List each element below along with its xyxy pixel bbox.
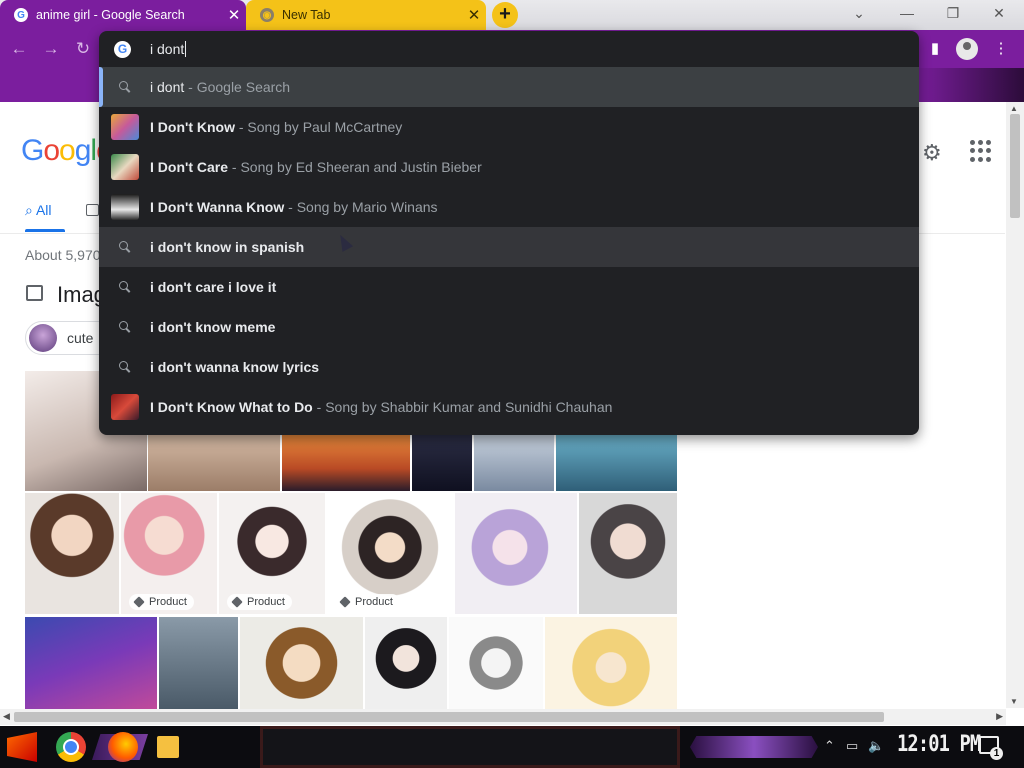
google-g-icon: G: [114, 41, 131, 58]
image-result[interactable]: [545, 617, 677, 709]
scroll-down-icon[interactable]: ▼: [1010, 697, 1018, 706]
suggestion-item[interactable]: i don't know meme: [99, 307, 919, 347]
restore-button[interactable]: ❐: [930, 0, 976, 28]
google-apps-icon[interactable]: [970, 140, 992, 162]
start-button[interactable]: [7, 732, 37, 762]
product-badge: Product: [129, 594, 194, 610]
suggestion-item[interactable]: I Don't Wanna Know - Song by Mario Winan…: [99, 187, 919, 227]
side-panel-icon[interactable]: ▮: [922, 36, 948, 62]
scroll-right-icon[interactable]: ▶: [996, 711, 1003, 722]
search-icon: ⌕: [25, 202, 33, 218]
tag-icon: [231, 596, 243, 608]
omnibox-dropdown: G i dont i dont - Google Search I Don't …: [99, 31, 919, 435]
image-result[interactable]: [474, 435, 554, 491]
image-result[interactable]: [412, 435, 472, 491]
tab-all[interactable]: ⌕ All: [25, 202, 52, 219]
image-result[interactable]: [148, 435, 280, 491]
image-result[interactable]: [282, 435, 410, 491]
back-button[interactable]: ←: [8, 38, 30, 60]
image-result[interactable]: [159, 617, 238, 709]
volume-icon[interactable]: 🔈: [868, 738, 884, 754]
show-hidden-icons-icon[interactable]: ⌃: [824, 738, 835, 754]
horizontal-scrollbar[interactable]: ◀ ▶: [0, 709, 1006, 725]
file-explorer-icon[interactable]: [157, 736, 179, 758]
suggestion-item[interactable]: i don't know in spanish: [99, 227, 919, 267]
tab-anime-girl-search[interactable]: G anime girl - Google Search ✕: [0, 0, 246, 30]
taskbar: ⌃ ▭ 🔈 12:01 PM 1: [0, 726, 1024, 768]
image-result[interactable]: [25, 617, 157, 709]
taskbar-decoration: [260, 726, 680, 768]
chrome-taskbar-icon[interactable]: [56, 732, 86, 762]
tab-search-dropdown-icon[interactable]: ⌄: [836, 0, 882, 28]
chrome-icon: ◉: [260, 8, 274, 22]
suggestion-item[interactable]: i dont - Google Search: [99, 67, 919, 107]
result-stats: About 5,970: [25, 247, 101, 263]
profile-avatar[interactable]: [956, 38, 978, 60]
scrollbar-thumb[interactable]: [1010, 114, 1020, 218]
close-tab-icon[interactable]: ✕: [222, 6, 246, 24]
suggestion-item[interactable]: I Don't Care - Song by Ed Sheeran and Ju…: [99, 147, 919, 187]
image-result[interactable]: [449, 617, 543, 709]
image-result[interactable]: [365, 617, 447, 709]
new-tab-button[interactable]: +: [492, 2, 518, 28]
scroll-left-icon[interactable]: ◀: [3, 711, 10, 722]
image-icon: [26, 285, 43, 301]
search-icon: [118, 321, 131, 333]
image-result[interactable]: [579, 493, 677, 614]
image-result[interactable]: [240, 617, 363, 709]
taskbar-decoration: [690, 736, 818, 758]
vertical-scrollbar[interactable]: ▲ ▼: [1006, 102, 1024, 708]
address-bar[interactable]: G i dont: [99, 31, 919, 68]
active-tab-underline: [25, 229, 65, 232]
chip-thumbnail: [29, 324, 57, 352]
album-art-thumbnail: [110, 154, 139, 180]
google-g-icon: G: [14, 8, 28, 22]
system-clock[interactable]: 12:01 PM: [897, 732, 981, 757]
image-result[interactable]: [556, 435, 677, 491]
tab-title: New Tab: [282, 8, 331, 22]
image-result[interactable]: [25, 493, 119, 614]
chip-label: cute: [67, 330, 94, 346]
reload-button[interactable]: ↻: [72, 38, 94, 60]
images-tab-icon[interactable]: [86, 204, 99, 216]
search-icon: [118, 81, 131, 93]
minimize-button[interactable]: —: [884, 0, 930, 28]
album-art-thumbnail: [110, 194, 139, 220]
network-icon[interactable]: ▭: [846, 738, 858, 754]
tab-strip: G anime girl - Google Search ✕ ◉ New Tab…: [0, 0, 1024, 30]
tab-all-label: All: [35, 202, 52, 218]
suggestion-item[interactable]: i don't care i love it: [99, 267, 919, 307]
suggestion-item[interactable]: I Don't Know What to Do - Song by Shabbi…: [99, 387, 919, 427]
image-result[interactable]: Product: [219, 493, 325, 614]
tag-icon: [339, 596, 351, 608]
search-icon: [118, 281, 131, 293]
suggestion-item[interactable]: i don't wanna know lyrics: [99, 347, 919, 387]
scroll-up-icon[interactable]: ▲: [1010, 104, 1018, 113]
forward-button[interactable]: →: [40, 38, 62, 60]
product-badge: Product: [227, 594, 292, 610]
close-window-button[interactable]: ✕: [976, 0, 1022, 28]
address-input[interactable]: i dont: [150, 41, 186, 57]
album-art-thumbnail: [110, 114, 139, 140]
close-tab-icon[interactable]: ✕: [462, 6, 486, 24]
tag-icon: [133, 596, 145, 608]
album-art-thumbnail: [110, 394, 139, 420]
product-badge: Product: [335, 594, 400, 610]
browser-menu-button[interactable]: ⋮: [988, 36, 1014, 62]
notification-count: 1: [990, 747, 1003, 760]
tab-new-tab[interactable]: ◉ New Tab ✕: [246, 0, 486, 30]
scrollbar-thumb[interactable]: [14, 712, 884, 722]
tab-title: anime girl - Google Search: [36, 8, 185, 22]
firefox-taskbar-icon[interactable]: [108, 732, 138, 762]
image-result[interactable]: Product: [327, 493, 453, 614]
image-result[interactable]: Product: [121, 493, 217, 614]
image-result[interactable]: [455, 493, 577, 614]
search-icon: [118, 361, 131, 373]
suggestion-item[interactable]: I Don't Know - Song by Paul McCartney: [99, 107, 919, 147]
settings-gear-icon[interactable]: ⚙: [922, 140, 942, 166]
search-icon: [118, 241, 131, 253]
